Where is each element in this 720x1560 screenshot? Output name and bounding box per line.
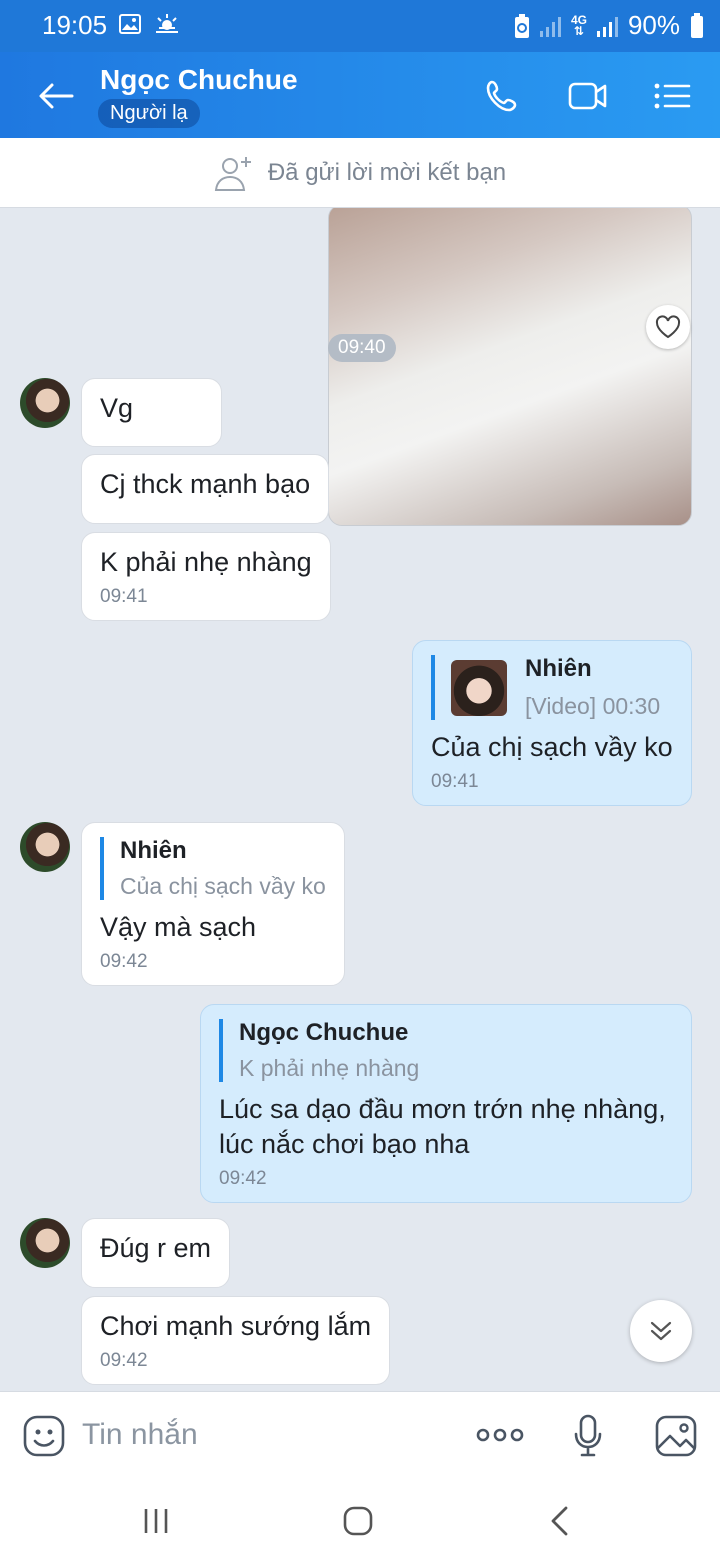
quote-author: Ngọc Chuchue bbox=[239, 1019, 409, 1046]
my-message-bubble[interactable]: Ngọc Chuchue K phải nhẹ nhàng Lúc sa dạo… bbox=[200, 1004, 692, 1203]
contact-avatar[interactable] bbox=[20, 822, 70, 872]
signal-2-icon bbox=[596, 15, 618, 37]
scroll-to-bottom-button[interactable] bbox=[630, 1300, 692, 1362]
friend-request-bar[interactable]: Đã gửi lời mời kết bạn bbox=[0, 138, 720, 208]
image-icon[interactable] bbox=[654, 1414, 698, 1458]
weather-icon bbox=[156, 14, 178, 33]
quote-author: Nhiên bbox=[525, 655, 592, 682]
message-text-line: Lúc sa dạo đầu mơn trớn nhẹ nhàng, bbox=[219, 1094, 666, 1124]
more-options-icon[interactable] bbox=[476, 1426, 524, 1444]
contact-name[interactable]: Ngọc Chuchue bbox=[100, 64, 298, 96]
status-bar: 19:05 4G ⇅ 90% bbox=[0, 0, 720, 52]
message-input[interactable]: Tin nhắn bbox=[82, 1418, 198, 1452]
chat-header: Ngọc Chuchue Người lạ bbox=[0, 52, 720, 138]
message-time: 09:42 bbox=[100, 951, 148, 972]
friend-request-text: Đã gửi lời mời kết bạn bbox=[267, 158, 507, 186]
battery-icon bbox=[691, 12, 703, 38]
network-type: 4G ⇅ bbox=[570, 12, 587, 38]
menu-icon[interactable] bbox=[652, 78, 692, 114]
quote-text: K phải nhẹ nhàng bbox=[239, 1055, 420, 1081]
message-text-line: lúc nắc chơi bạo nha bbox=[219, 1129, 470, 1159]
message-time: 09:41 bbox=[100, 586, 148, 607]
message-input-bar: Tin nhắn bbox=[0, 1391, 720, 1481]
back-arrow-icon[interactable] bbox=[36, 80, 76, 112]
message-text: Vậy mà sạch bbox=[100, 912, 257, 942]
quote-text: [Video] 00:30 bbox=[525, 693, 661, 719]
media-message[interactable] bbox=[328, 208, 692, 526]
message-bubble[interactable]: Vg bbox=[81, 378, 222, 447]
emoji-icon[interactable] bbox=[22, 1414, 66, 1458]
contact-avatar[interactable] bbox=[20, 1218, 70, 1268]
chat-area[interactable]: 09:40 Vg Cj thck mạnh bạo K phải nhẹ nhà… bbox=[0, 208, 720, 1391]
quoted-message[interactable]: Nhiên Của chị sạch vầy ko bbox=[100, 837, 326, 900]
system-nav-bar bbox=[0, 1481, 720, 1560]
message-text: Chơi mạnh sướng lắm bbox=[100, 1311, 372, 1341]
message-bubble[interactable]: Cj thck mạnh bạo bbox=[81, 454, 330, 524]
message-text: K phải nhẹ nhàng bbox=[100, 547, 312, 577]
message-text: Cj thck mạnh bạo bbox=[100, 469, 311, 499]
quote-author: Nhiên bbox=[120, 837, 187, 864]
gallery-notification-icon bbox=[119, 14, 141, 34]
clock: 19:05 bbox=[42, 10, 108, 40]
heart-icon bbox=[655, 315, 681, 339]
message-bubble[interactable]: Chơi mạnh sướng lắm 09:42 bbox=[81, 1296, 391, 1385]
message-time: 09:42 bbox=[219, 1168, 267, 1189]
quote-text: Của chị sạch vầy ko bbox=[120, 873, 326, 899]
quoted-video-thumbnail bbox=[451, 659, 507, 716]
message-bubble[interactable]: Đúg r em bbox=[81, 1218, 231, 1288]
video-call-icon[interactable] bbox=[568, 78, 608, 114]
message-bubble[interactable]: Nhiên Của chị sạch vầy ko Vậy mà sạch 09… bbox=[81, 822, 345, 986]
stranger-badge: Người lạ bbox=[98, 99, 200, 128]
timestamp-pill: 09:40 bbox=[328, 334, 396, 362]
chevron-double-down-icon bbox=[650, 1321, 672, 1341]
add-friend-icon bbox=[214, 156, 251, 191]
quoted-message[interactable]: Nhiên [Video] 00:30 bbox=[431, 655, 673, 720]
contact-avatar[interactable] bbox=[20, 378, 70, 428]
react-heart-button[interactable] bbox=[646, 305, 690, 349]
microphone-icon[interactable] bbox=[574, 1414, 602, 1458]
data-saver-icon bbox=[514, 13, 529, 38]
message-time: 09:41 bbox=[431, 771, 479, 792]
signal-1-icon bbox=[539, 15, 561, 37]
my-message-bubble[interactable]: Nhiên [Video] 00:30 Của chị sạch vầy ko … bbox=[412, 640, 692, 806]
message-bubble[interactable]: K phải nhẹ nhàng 09:41 bbox=[81, 532, 331, 621]
back-nav-icon[interactable] bbox=[548, 1505, 570, 1537]
quoted-message[interactable]: Ngọc Chuchue K phải nhẹ nhàng bbox=[219, 1019, 673, 1082]
message-time: 09:42 bbox=[100, 1350, 148, 1371]
message-text: Đúg r em bbox=[100, 1233, 212, 1263]
recent-apps-icon[interactable] bbox=[142, 1507, 170, 1535]
message-text: Của chị sạch vầy ko bbox=[431, 732, 673, 762]
home-icon[interactable] bbox=[342, 1505, 374, 1537]
phone-icon[interactable] bbox=[484, 78, 524, 114]
message-text: Vg bbox=[100, 393, 134, 423]
battery-percent: 90% bbox=[627, 10, 680, 40]
